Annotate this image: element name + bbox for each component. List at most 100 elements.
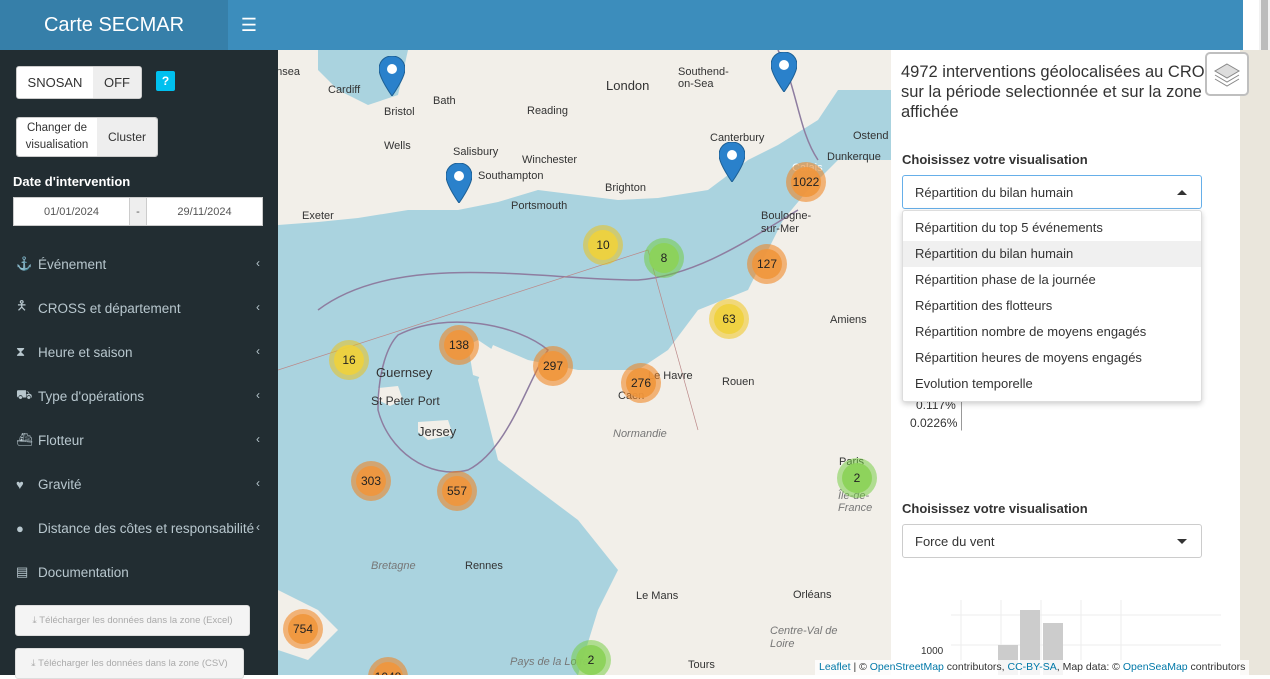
visualisation-dropdown: Répartition du top 5 événements Répartit…	[902, 210, 1202, 402]
download-excel-button[interactable]: ⤓ Télécharger les données dans la zone (…	[15, 605, 250, 636]
city-swansea: Swansea	[278, 66, 300, 78]
cluster-marker[interactable]: 297	[533, 346, 573, 386]
pie-label: 0.0226%	[910, 416, 958, 430]
island-guernsey: Guernsey	[376, 365, 433, 380]
chevron-left-icon: ‹	[256, 476, 260, 490]
cluster-marker[interactable]: 10	[583, 225, 623, 265]
download-csv-button[interactable]: ⤓ Télécharger les données dans la zone (…	[15, 648, 244, 679]
sidebar-toggle-icon[interactable]: ☰	[228, 0, 270, 50]
city-ostend: Ostend	[853, 130, 889, 142]
chevron-left-icon: ‹	[256, 388, 260, 402]
dropdown-option[interactable]: Répartition du top 5 événements	[903, 215, 1201, 241]
app-title[interactable]: Carte SECMAR	[0, 0, 228, 50]
change-visualisation-label[interactable]: Changer de visualisation	[17, 118, 97, 156]
sidebar-item-label: CROSS et département	[38, 300, 181, 316]
marker-pin-icon[interactable]	[771, 52, 797, 92]
person-icon: 🯅	[16, 298, 28, 313]
visualisation-toggle[interactable]: Changer de visualisation Cluster	[16, 117, 158, 157]
cluster-marker[interactable]: 1022	[786, 162, 826, 202]
layers-icon	[1214, 63, 1240, 87]
island-jersey: Jersey	[418, 424, 457, 439]
date-start-input[interactable]: 01/01/2024	[14, 198, 129, 225]
date-label: Date d'intervention	[13, 174, 131, 189]
truck-icon: ⛟	[16, 387, 33, 402]
download-csv-label: Télécharger les données dans la zone (CS…	[38, 658, 228, 669]
region-centre-val-de-loire: Centre-Val de Loire	[770, 625, 838, 650]
globe-icon: ●	[16, 520, 24, 536]
heartbeat-icon: ♥	[16, 476, 24, 492]
dropdown-option[interactable]: Répartition nombre de moyens engagés	[903, 319, 1201, 345]
marker-pin-icon[interactable]	[446, 163, 472, 203]
city-reading: Reading	[527, 105, 568, 117]
sidebar-item-evenement[interactable]: ⚓ Événement ‹	[0, 242, 278, 286]
city-wells: Wells	[384, 140, 411, 152]
sidebar-item-type-operations[interactable]: ⛟ Type d'opérations ‹	[0, 374, 278, 418]
cluster-marker[interactable]: 557	[437, 471, 477, 511]
cluster-marker[interactable]: 303	[351, 461, 391, 501]
marker-pin-icon[interactable]	[719, 142, 745, 182]
sidebar-item-heure[interactable]: ⧗ Heure et saison ‹	[0, 330, 278, 374]
sidebar-item-flotteur[interactable]: ⛴ Flotteur ‹	[0, 418, 278, 462]
visualisation-label-2: Choisissez votre visualisation	[902, 501, 1088, 516]
city-winchester: Winchester	[522, 154, 578, 166]
city-rouen: Rouen	[722, 376, 755, 388]
help-button[interactable]: ?	[156, 71, 175, 91]
city-london: London	[606, 78, 650, 93]
cluster-marker[interactable]: 8	[644, 238, 684, 278]
book-icon: ▤	[16, 564, 29, 579]
download-icon: ⤓	[32, 615, 40, 626]
select-value: Répartition du bilan humain	[915, 184, 1074, 200]
leaflet-link[interactable]: Leaflet	[819, 661, 851, 673]
dropdown-option[interactable]: Répartition heures de moyens engagés	[903, 345, 1201, 371]
city-dunkerque: Dunkerque	[827, 151, 881, 163]
cluster-marker[interactable]: 2	[571, 640, 611, 675]
dropdown-option[interactable]: Répartition phase de la journée	[903, 267, 1201, 293]
sidebar-item-gravite[interactable]: ♥ Gravité ‹	[0, 462, 278, 506]
cluster-marker[interactable]: 2	[837, 458, 877, 498]
cluster-marker[interactable]: 16	[329, 340, 369, 380]
map-attribution: Leaflet | © OpenStreetMap contributors, …	[815, 660, 1250, 675]
cluster-marker[interactable]: 754	[283, 609, 323, 649]
sidebar-item-cross[interactable]: 🯅 CROSS et département ‹	[0, 286, 278, 330]
sidebar: SNOSAN OFF ? Changer de visualisation Cl…	[0, 50, 278, 679]
caret-down-icon	[1177, 539, 1187, 544]
dropdown-option[interactable]: Evolution temporelle	[903, 371, 1201, 397]
cluster-marker[interactable]: 276	[621, 363, 661, 403]
ccbysa-link[interactable]: CC-BY-SA	[1008, 661, 1057, 673]
date-separator: -	[129, 198, 147, 225]
cluster-marker[interactable]: 127	[747, 244, 787, 284]
download-excel-label: Télécharger les données dans la zone (Ex…	[39, 615, 233, 626]
visualisation-select[interactable]: Répartition du bilan humain	[902, 175, 1202, 209]
cluster-option[interactable]: Cluster	[97, 118, 157, 156]
snosan-toggle[interactable]: SNOSAN OFF	[16, 66, 142, 99]
cluster-marker[interactable]: 63	[709, 299, 749, 339]
visualisation-label: Choisissez votre visualisation	[902, 152, 1088, 167]
visualisation-select-2[interactable]: Force du vent	[902, 524, 1202, 558]
sidebar-item-documentation[interactable]: ▤ Documentation	[0, 550, 278, 594]
city-rennes: Rennes	[465, 560, 503, 572]
marker-pin-icon[interactable]	[379, 56, 405, 96]
chevron-left-icon: ‹	[256, 256, 260, 270]
chevron-left-icon: ‹	[256, 432, 260, 446]
sidebar-item-label: Gravité	[38, 476, 82, 492]
city-southend: Southend-on-Sea	[678, 66, 729, 90]
date-end-input[interactable]: 29/11/2024	[147, 198, 262, 225]
city-le-mans: Le Mans	[636, 590, 679, 602]
select-value: Force du vent	[915, 533, 995, 549]
snosan-state[interactable]: OFF	[93, 67, 141, 98]
cluster-marker[interactable]: 138	[439, 325, 479, 365]
caret-up-icon	[1177, 190, 1187, 195]
map[interactable]: Cardiff Bristol Wells Salisbury Winchest…	[278, 50, 891, 675]
city-cardiff: Cardiff	[328, 84, 361, 96]
map-right-strip[interactable]	[1240, 50, 1270, 675]
dropdown-option[interactable]: Répartition des flotteurs	[903, 293, 1201, 319]
snosan-label[interactable]: SNOSAN	[17, 67, 93, 98]
city-orleans: Orléans	[793, 589, 832, 601]
openseamap-link[interactable]: OpenSeaMap	[1123, 661, 1188, 673]
layers-control[interactable]	[1205, 52, 1249, 96]
sidebar-item-label: Événement	[38, 256, 107, 272]
osm-link[interactable]: OpenStreetMap	[870, 661, 944, 673]
city-bristol: Bristol	[384, 106, 415, 118]
dropdown-option-selected[interactable]: Répartition du bilan humain	[903, 241, 1201, 267]
sidebar-item-distance[interactable]: ● Distance des côtes et responsabilité ‹	[0, 506, 278, 550]
